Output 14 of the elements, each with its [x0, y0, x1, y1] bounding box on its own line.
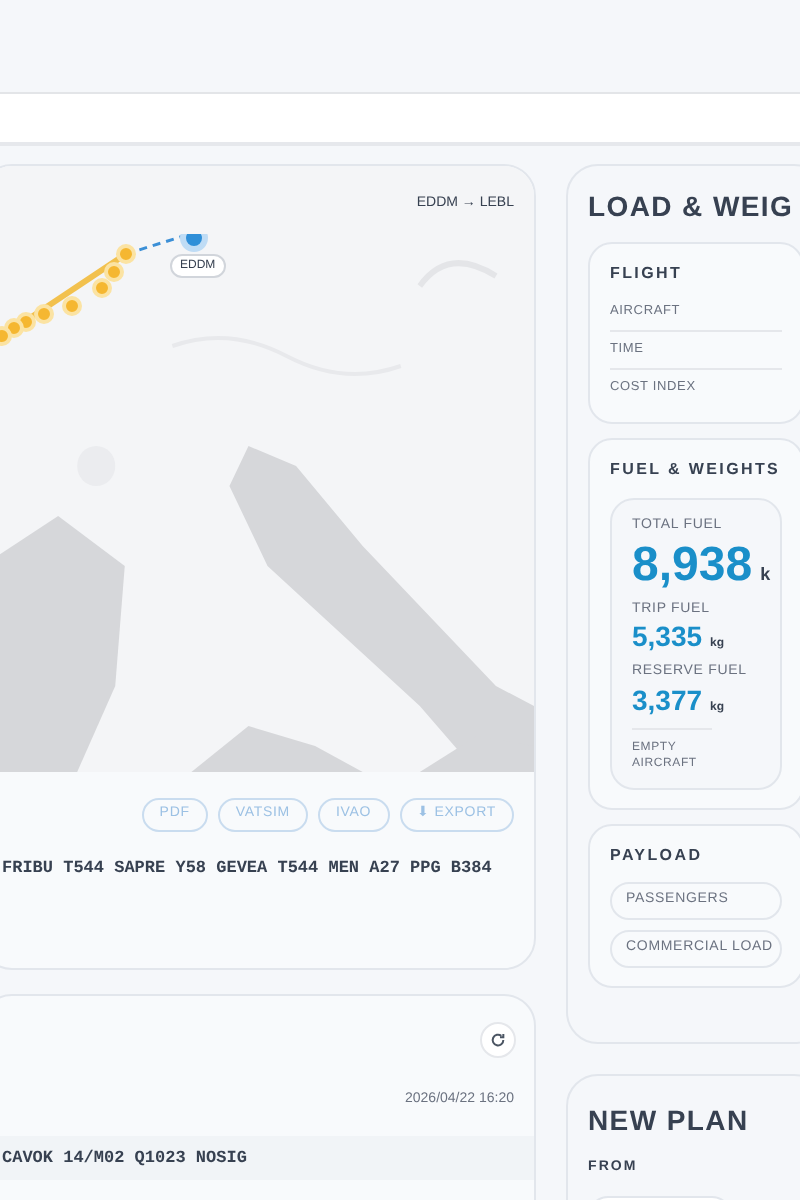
route-text: FRIBU T544 SAPRE Y58 GEVEA T544 MEN A27 PPG B384 [0, 856, 494, 882]
metar-text: CAVOK 14/M02 Q1023 NOSIG [0, 1135, 534, 1181]
refresh-button[interactable] [480, 1022, 516, 1058]
section-title: PAYLOAD [610, 843, 705, 868]
search-field[interactable] [0, 94, 800, 146]
section-title: FLIGHT [610, 262, 685, 286]
new-plan-title: NEW PLAN [588, 1102, 751, 1140]
refresh-icon [490, 1032, 506, 1048]
fuel-unit: k [760, 561, 771, 588]
fuel-value: 8,938 [632, 537, 753, 592]
panel-title: LOAD & WEIG [588, 188, 796, 226]
section-title: FUEL & WEIGHTS [610, 458, 782, 483]
fuel-value: 3,377 [632, 683, 703, 718]
fuel-value: 5,335 [632, 620, 703, 655]
